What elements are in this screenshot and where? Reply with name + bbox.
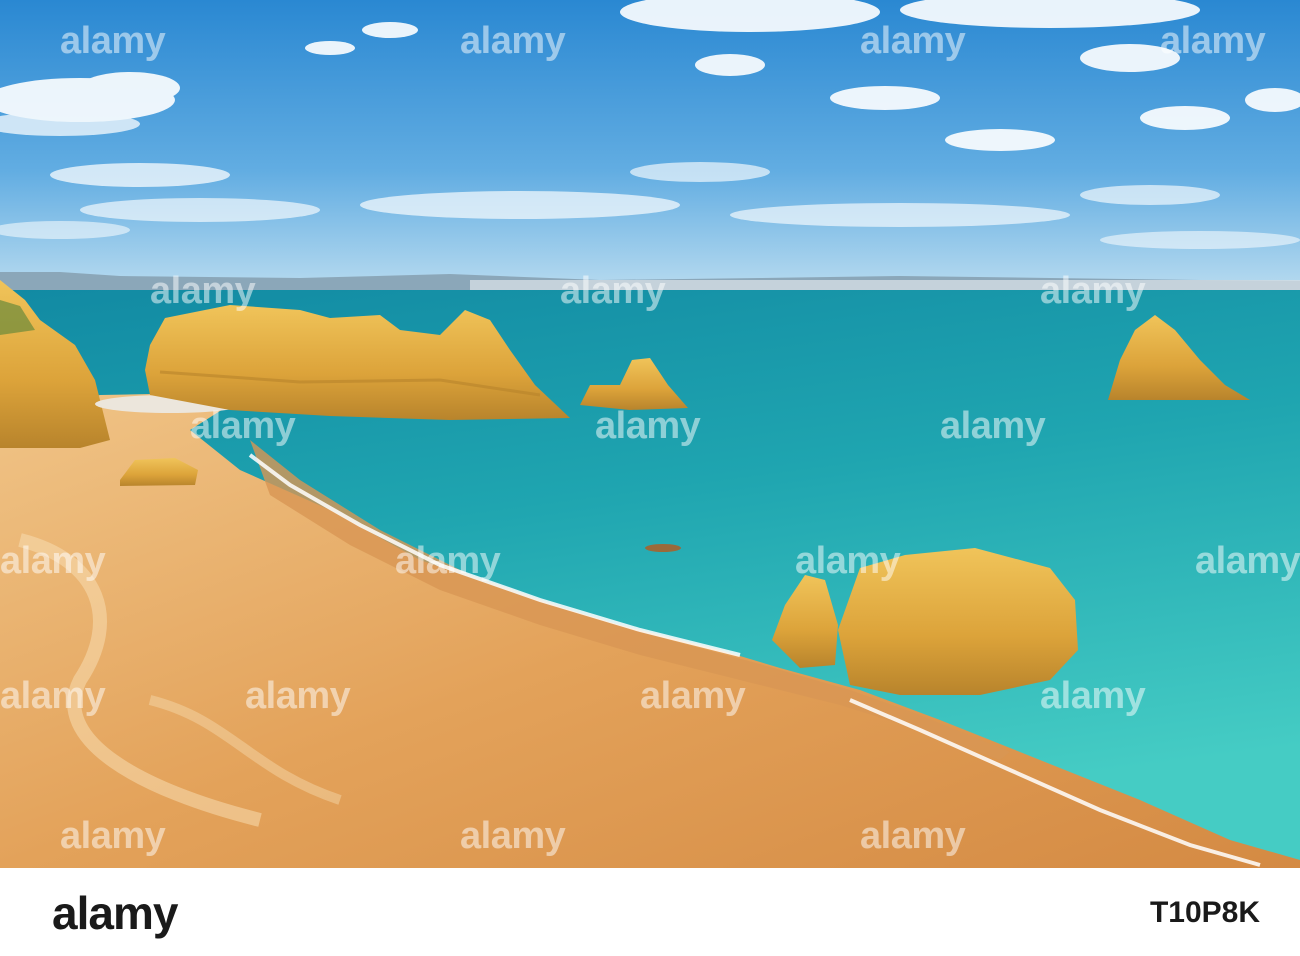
watermark-text: alamy <box>150 270 256 312</box>
watermark-text: alamy <box>560 270 666 312</box>
watermark-text: alamy <box>1160 20 1266 62</box>
footer-bar: alamy T10P8K <box>0 868 1300 956</box>
watermark-text: alamy <box>795 540 901 582</box>
image-code: T10P8K <box>1149 896 1260 929</box>
watermark-text: alamy <box>0 540 106 582</box>
watermark-text: alamy <box>60 815 166 857</box>
watermark-text: alamy <box>0 675 106 717</box>
photo: alamy alamy alamy alamy alamy alamy alam… <box>0 0 1300 868</box>
watermark-text: alamy <box>860 815 966 857</box>
watermark-text: alamy <box>245 675 351 717</box>
watermark-text: alamy <box>640 675 746 717</box>
watermark-text: alamy <box>60 20 166 62</box>
watermark-text: alamy <box>940 405 1046 447</box>
watermark-text: alamy <box>460 815 566 857</box>
watermark-text: alamy <box>1195 540 1300 582</box>
watermark-text: alamy <box>395 540 501 582</box>
watermark-text: alamy <box>860 20 966 62</box>
watermark-text: alamy <box>190 405 296 447</box>
watermark-text: alamy <box>595 405 701 447</box>
brand-logo[interactable]: alamy <box>52 886 178 940</box>
watermark-text: alamy <box>1040 270 1146 312</box>
watermark-text: alamy <box>460 20 566 62</box>
small-rock-in-water <box>645 544 681 552</box>
watermark-text: alamy <box>1040 675 1146 717</box>
